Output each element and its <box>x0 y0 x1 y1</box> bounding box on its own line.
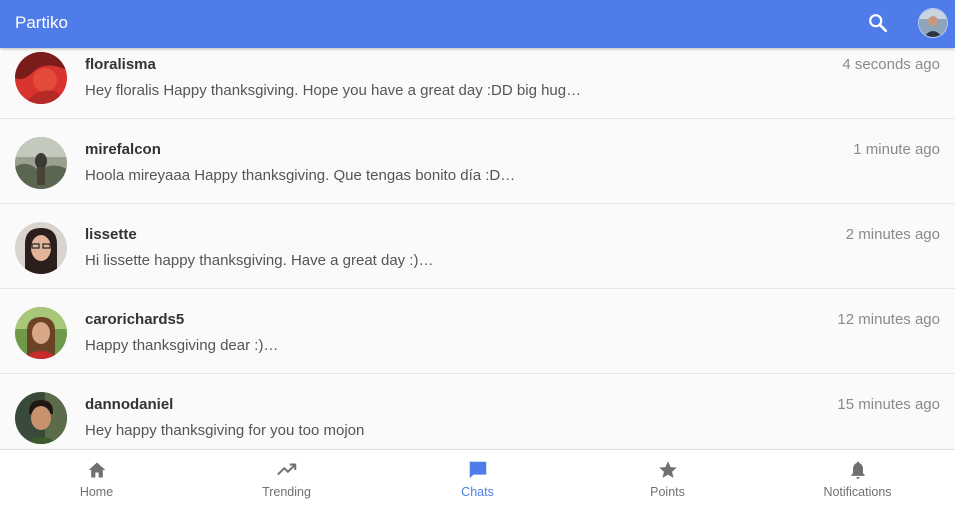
nav-item-points[interactable]: Points <box>572 450 763 505</box>
chat-name: dannodaniel <box>85 396 174 413</box>
nav-label: Home <box>79 485 114 499</box>
home-icon <box>86 459 108 481</box>
top-app-bar: Partiko <box>0 0 955 48</box>
chat-name: mirefalcon <box>85 141 161 158</box>
chat-timestamp: 2 minutes ago <box>845 226 940 243</box>
chat-timestamp: 12 minutes ago <box>837 311 940 328</box>
chat-list: floralisma 4 seconds ago Hey floralis Ha… <box>0 48 955 449</box>
avatar <box>15 307 67 359</box>
chat-timestamp: 4 seconds ago <box>842 56 940 73</box>
nav-label: Chats <box>461 485 494 499</box>
chat-row-carorichards5[interactable]: carorichards5 12 minutes ago Happy thank… <box>0 289 955 374</box>
chat-row-lissette[interactable]: lissette 2 minutes ago Hi lissette happy… <box>0 204 955 289</box>
chat-name: carorichards5 <box>85 311 185 328</box>
chat-row-mirefalcon[interactable]: mirefalcon 1 minute ago Hoola mireyaaa H… <box>0 119 955 204</box>
search-icon <box>869 14 888 33</box>
trending-icon <box>276 459 298 481</box>
app-window: Partiko floralisma 4 seconds ago Hey flo… <box>0 0 955 505</box>
chat-timestamp: 15 minutes ago <box>837 396 940 413</box>
avatar <box>15 52 67 104</box>
avatar <box>15 222 67 274</box>
avatar <box>15 392 67 444</box>
user-avatar <box>919 9 947 37</box>
chat-name: lissette <box>85 226 137 243</box>
nav-label: Trending <box>262 485 311 499</box>
bottom-navigation: Home Trending Chats Points Notifications <box>0 449 955 505</box>
avatar <box>15 137 67 189</box>
chat-preview: Hoola mireyaaa Happy thanksgiving. Que t… <box>85 167 516 184</box>
bell-icon <box>847 459 869 481</box>
nav-label: Points <box>650 485 685 499</box>
nav-item-chats[interactable]: Chats <box>382 450 573 505</box>
chat-preview: Hey happy thanksgiving for you too mojon <box>85 422 365 439</box>
profile-avatar-button[interactable] <box>918 8 948 38</box>
chat-preview: Hey floralis Happy thanksgiving. Hope yo… <box>85 82 582 99</box>
app-title: Partiko <box>15 13 68 32</box>
nav-label: Notifications <box>823 485 892 499</box>
chat-timestamp: 1 minute ago <box>853 141 940 158</box>
search-button[interactable] <box>864 9 892 37</box>
star-icon <box>657 459 679 481</box>
nav-item-notifications[interactable]: Notifications <box>762 450 953 505</box>
chat-name: floralisma <box>85 56 156 73</box>
chat-preview: Hi lissette happy thanksgiving. Have a g… <box>85 252 434 269</box>
chat-row-floralisma[interactable]: floralisma 4 seconds ago Hey floralis Ha… <box>0 48 955 119</box>
chat-preview: Happy thanksgiving dear :)… <box>85 337 279 354</box>
nav-item-trending[interactable]: Trending <box>191 450 382 505</box>
chat-row-dannodaniel[interactable]: dannodaniel 15 minutes ago Hey happy tha… <box>0 374 955 449</box>
nav-item-home[interactable]: Home <box>1 450 192 505</box>
chat-icon <box>467 459 489 481</box>
